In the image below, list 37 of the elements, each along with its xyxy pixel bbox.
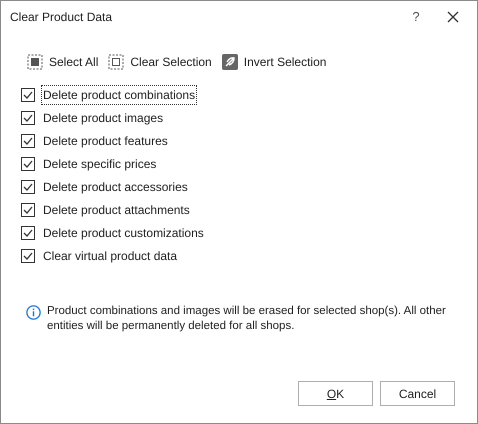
checkbox[interactable] bbox=[21, 134, 35, 148]
checkbox[interactable] bbox=[21, 88, 35, 102]
check-icon bbox=[23, 228, 33, 238]
option-checkbox[interactable]: Delete product customizations bbox=[21, 225, 477, 241]
toolbar-button[interactable]: Select All bbox=[27, 53, 98, 71]
check-icon bbox=[23, 205, 33, 215]
info-icon bbox=[26, 305, 41, 320]
check-icon bbox=[23, 251, 33, 261]
option-checkbox[interactable]: Clear virtual product data bbox=[21, 248, 477, 264]
invert-selection-icon bbox=[222, 54, 238, 70]
option-checkbox[interactable]: Delete product combinations bbox=[21, 87, 477, 103]
check-icon bbox=[23, 136, 33, 146]
check-icon bbox=[23, 159, 33, 169]
checkbox[interactable] bbox=[21, 157, 35, 171]
select-all-icon bbox=[27, 54, 43, 70]
checkbox[interactable] bbox=[21, 203, 35, 217]
check-icon bbox=[23, 90, 33, 100]
checkbox[interactable] bbox=[21, 111, 35, 125]
checkbox[interactable] bbox=[21, 180, 35, 194]
close-icon bbox=[447, 11, 459, 23]
clear-selection-icon bbox=[108, 54, 124, 70]
info-text: Product combinations and images will be erased for selected shop(s). All other entities will be permanently deleted for all shops. bbox=[47, 304, 447, 334]
option-checkbox[interactable]: Delete product accessories bbox=[21, 179, 477, 195]
help-button[interactable]: ? bbox=[401, 7, 431, 27]
toolbar-button[interactable]: Clear Selection bbox=[108, 53, 212, 71]
option-checkbox[interactable]: Delete product attachments bbox=[21, 202, 477, 218]
dialog-button[interactable]: Cancel bbox=[380, 381, 455, 406]
dialog-button[interactable]: OK bbox=[298, 381, 373, 406]
option-checkbox[interactable]: Delete product features bbox=[21, 133, 477, 149]
toolbar-button[interactable]: Invert Selection bbox=[222, 53, 326, 71]
option-checkbox[interactable]: Delete product images bbox=[21, 110, 477, 126]
option-checkbox[interactable]: Delete specific prices bbox=[21, 156, 477, 172]
checkbox[interactable] bbox=[21, 226, 35, 240]
check-icon bbox=[23, 113, 33, 123]
checkbox[interactable] bbox=[21, 249, 35, 263]
window-title: Clear Product Data bbox=[10, 9, 112, 26]
check-icon bbox=[23, 182, 33, 192]
